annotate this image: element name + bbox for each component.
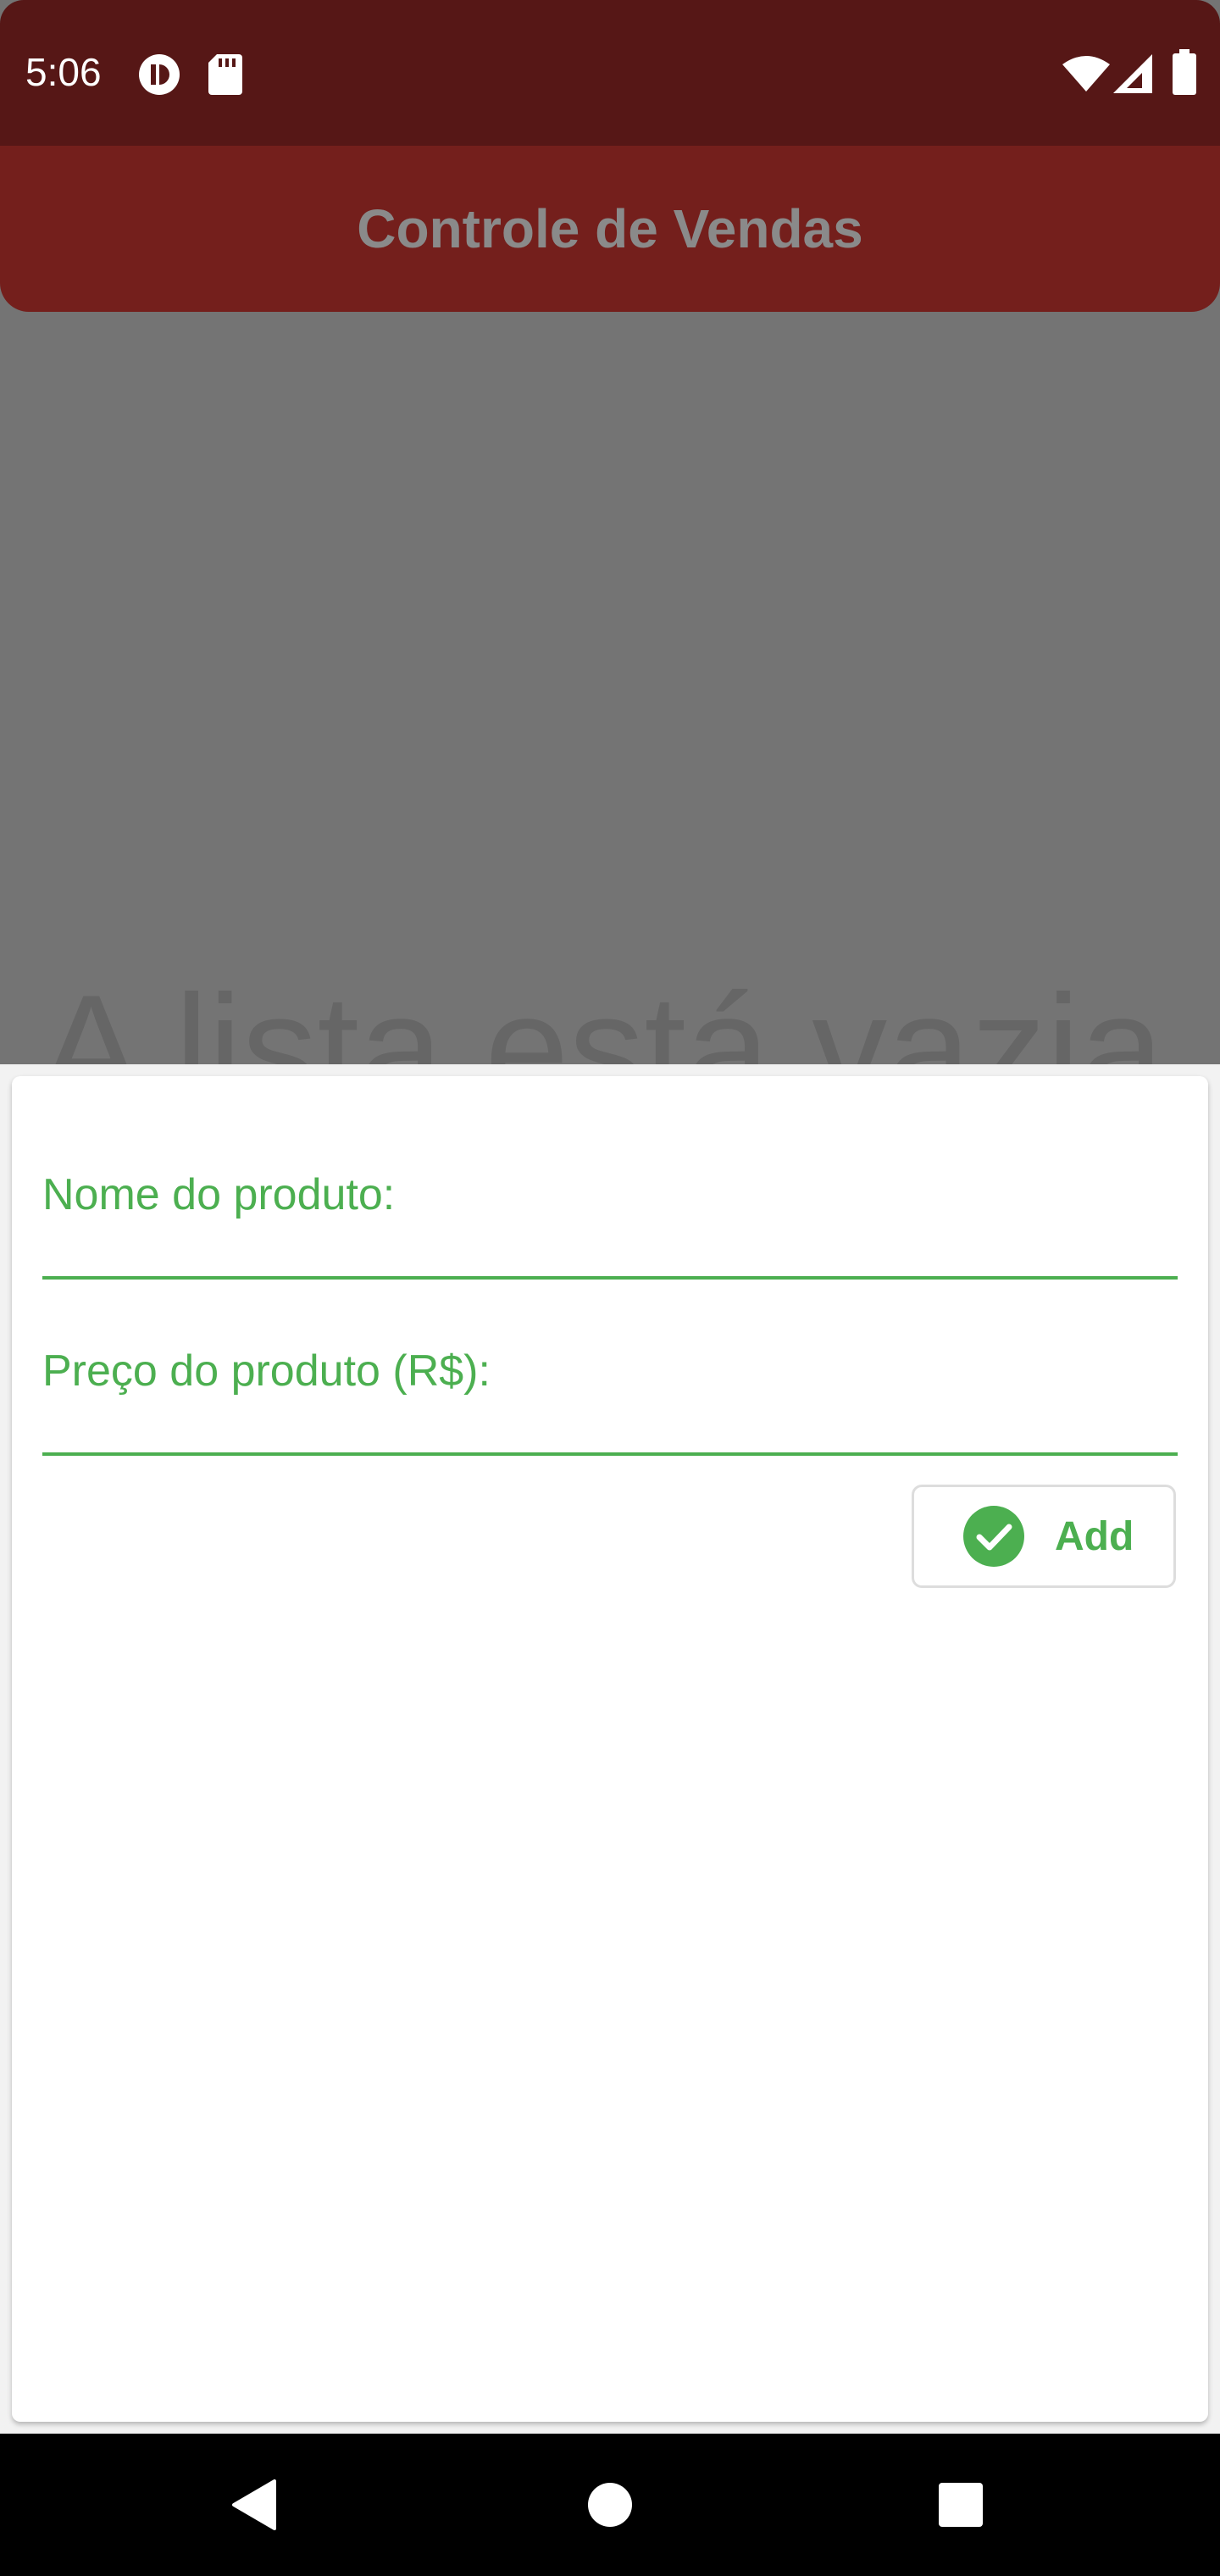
status-time: 5:06 [25,50,102,94]
app-bar: Controle de Vendas [0,146,1220,312]
signal-icon [1113,54,1152,93]
status-bar: 5:06 [0,0,1220,146]
modal-scrim[interactable]: A lista está vazia [0,312,1220,1064]
battery-icon [1173,49,1196,95]
home-icon[interactable] [586,2481,634,2529]
sd-card-icon [208,54,242,95]
media-icon [139,54,180,95]
add-button[interactable]: Add [912,1485,1176,1588]
wifi-icon [1062,56,1110,92]
product-name-field[interactable]: Nome do produto: [42,1169,395,1220]
navigation-bar [0,2434,1220,2576]
bottom-sheet: Nome do produto: Preço do produto (R$): … [0,1064,1220,2434]
recents-icon[interactable] [937,2481,984,2529]
product-form-card: Nome do produto: Preço do produto (R$): … [12,1076,1208,2422]
back-icon[interactable] [230,2478,278,2532]
app-title: Controle de Vendas [357,198,863,259]
product-name-underline [42,1276,1178,1280]
product-price-underline [42,1452,1178,1456]
check-circle-icon [963,1506,1024,1567]
add-button-label: Add [1055,1513,1134,1559]
empty-list-message: A lista está vazia [41,963,1164,1065]
product-price-field[interactable]: Preço do produto (R$): [42,1346,491,1396]
